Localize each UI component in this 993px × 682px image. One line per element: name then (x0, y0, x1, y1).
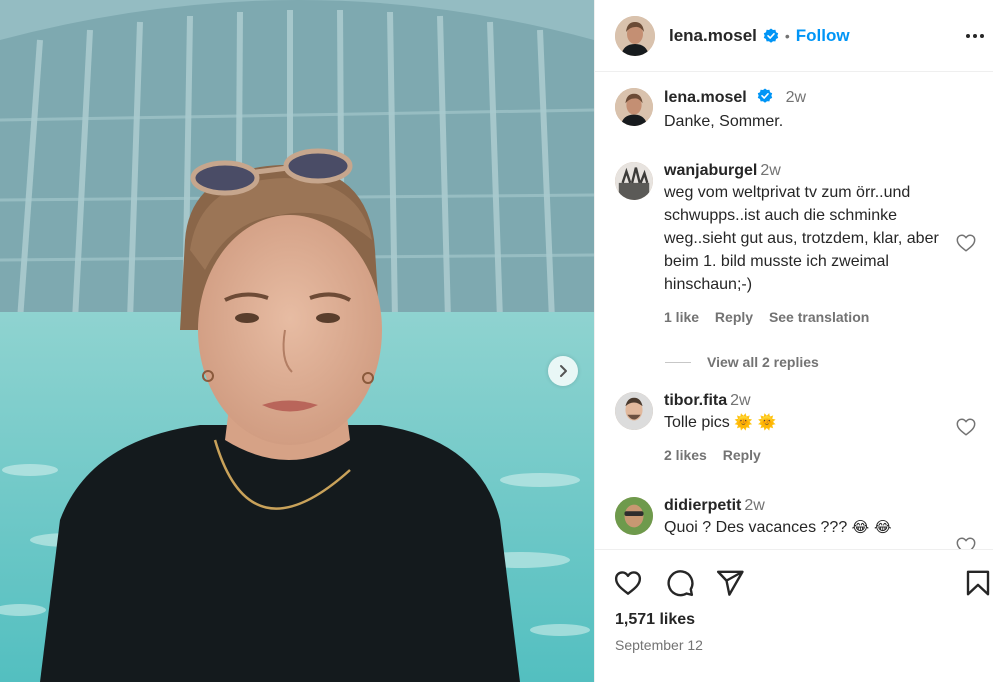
commenter-avatar[interactable] (615, 497, 653, 535)
likes-count[interactable]: 1,571 likes (615, 611, 695, 629)
verified-icon (763, 28, 779, 43)
comment-icon[interactable] (665, 568, 695, 598)
comment-likes-count[interactable]: 1 like (664, 309, 699, 325)
carousel-next-button[interactable] (548, 356, 578, 386)
heart-icon[interactable] (955, 535, 977, 549)
comments-list[interactable]: lena.mosel 2w Danke, Sommer. wanjaburgel… (595, 73, 993, 549)
comment-time[interactable]: 2w (760, 162, 780, 179)
follow-button[interactable]: Follow (796, 26, 850, 46)
comment-row: tibor.fita 2w Tolle pics 🌞 🌞 2 likes Repl… (615, 392, 985, 463)
caption-avatar[interactable] (615, 88, 653, 126)
post-panel: lena.mosel • Follow lena.mosel 2w Danke,… (594, 0, 993, 682)
comment-time[interactable]: 2w (744, 497, 764, 514)
post-actions: 1,571 likes September 12 (595, 549, 993, 682)
commenter-username[interactable]: wanjaburgel (664, 162, 757, 179)
more-options-icon[interactable] (963, 24, 987, 48)
heart-icon[interactable] (955, 232, 977, 254)
author-username[interactable]: lena.mosel (669, 26, 757, 46)
commenter-username[interactable]: tibor.fita (664, 392, 727, 409)
heart-icon[interactable] (955, 416, 977, 438)
laughing-emoji: 😂 😂 (851, 518, 892, 536)
photo-image (0, 0, 594, 682)
comment-text: weg vom weltprivat tv zum örr..und schwu… (664, 184, 939, 293)
post-header: lena.mosel • Follow (595, 0, 993, 72)
caption-row: lena.mosel 2w Danke, Sommer. (615, 88, 985, 133)
post-photo (0, 0, 594, 682)
comment-likes-count[interactable]: 2 likes (664, 447, 707, 463)
commenter-avatar[interactable] (615, 392, 653, 430)
caption-time[interactable]: 2w (786, 89, 806, 106)
comment-time[interactable]: 2w (730, 392, 750, 409)
commenter-username[interactable]: didierpetit (664, 497, 741, 514)
comment-row: didierpetit 2w Quoi ? Des vacances ??? 😂 … (615, 497, 985, 549)
sun-emoji: 🌞 🌞 (734, 413, 777, 431)
chevron-right-icon (560, 365, 567, 377)
caption-text: Danke, Sommer. (664, 113, 784, 130)
post-date[interactable]: September 12 (615, 637, 703, 653)
commenter-avatar[interactable] (615, 162, 653, 200)
see-translation-button[interactable]: See translation (769, 309, 869, 325)
share-icon[interactable] (715, 568, 745, 598)
comment-text: Tolle pics (664, 414, 730, 431)
reply-button[interactable]: Reply (715, 309, 753, 325)
replies-divider (665, 361, 691, 363)
heart-icon[interactable] (613, 568, 643, 598)
view-replies-button[interactable]: View all 2 replies (665, 354, 819, 370)
comment-text: Quoi ? Des vacances ??? (664, 519, 848, 536)
bookmark-icon[interactable] (963, 568, 993, 598)
verified-icon (757, 88, 773, 103)
view-replies-label: View all 2 replies (707, 354, 819, 370)
reply-button[interactable]: Reply (723, 447, 761, 463)
comment-row: wanjaburgel 2w weg vom weltprivat tv zum … (615, 162, 985, 325)
caption-username[interactable]: lena.mosel (664, 89, 747, 106)
author-avatar[interactable] (615, 15, 655, 56)
separator-dot: • (784, 27, 790, 44)
